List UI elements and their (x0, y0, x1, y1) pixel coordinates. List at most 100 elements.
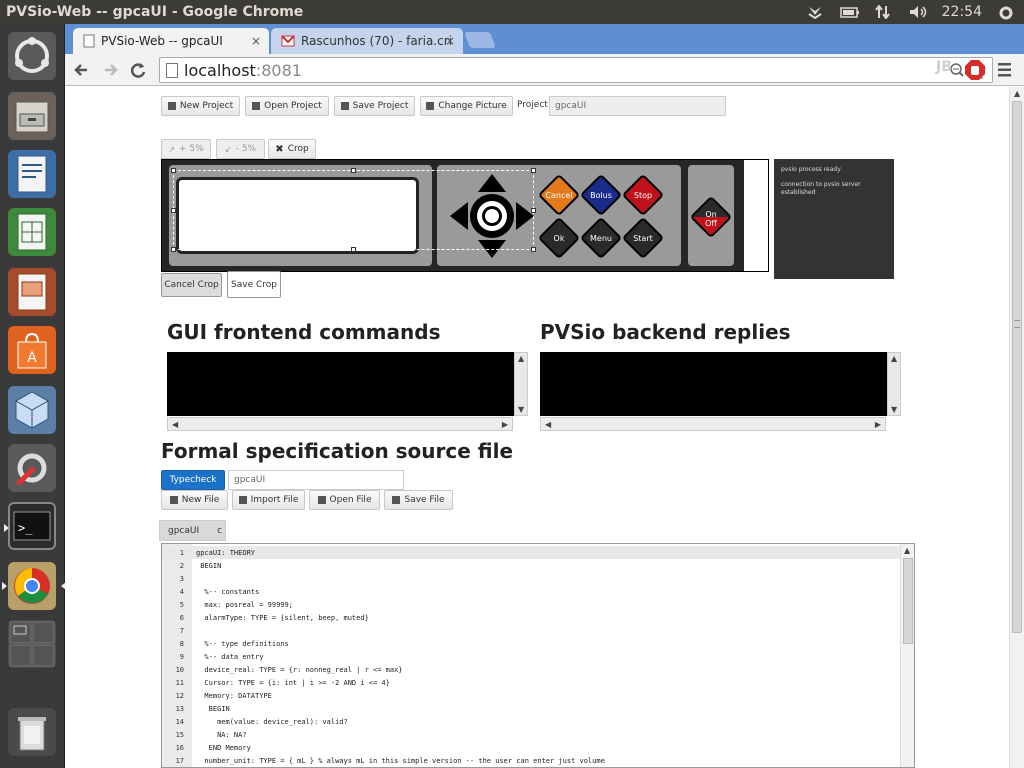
open-file-button[interactable]: Open File (309, 490, 380, 510)
tab-close-button[interactable]: c (217, 526, 222, 536)
scroll-right-icon[interactable]: ▶ (875, 420, 881, 429)
code-line[interactable]: 15 NA: NA? (162, 728, 902, 741)
save-crop-button[interactable]: Save Crop (227, 271, 281, 298)
crop-handle[interactable] (171, 208, 176, 213)
crop-handle[interactable] (171, 247, 176, 252)
project-name-field[interactable]: gpcaUI (549, 96, 726, 116)
frontend-hscroll[interactable]: ◀ ▶ (167, 417, 513, 431)
code-line[interactable]: 6 alarmType: TYPE = {silent, beep, muted… (162, 611, 902, 624)
code-text: number_unit: TYPE = { mL } % always mL i… (196, 756, 605, 765)
session-gear-icon[interactable] (998, 5, 1016, 20)
code-line[interactable]: 11 Cursor: TYPE = {i: int | i >= -2 AND … (162, 676, 902, 689)
spec-filename-field[interactable]: gpcaUI (228, 470, 404, 490)
scroll-up-icon[interactable]: ▲ (518, 354, 524, 363)
code-editor[interactable]: 1 gpcaUI: THEORY 2 BEGIN 3 4 %-- constants 5 … (161, 543, 915, 768)
zoom-in-button[interactable]: ↗ + 5% (161, 139, 211, 159)
crop-handle[interactable] (531, 208, 536, 213)
code-line[interactable]: 3 (162, 572, 902, 585)
chrome-button[interactable] (2, 562, 66, 610)
frontend-console[interactable] (167, 352, 514, 416)
code-line[interactable]: 4 %-- constants (162, 585, 902, 598)
backend-console[interactable] (540, 352, 887, 416)
adblock-icon[interactable] (964, 59, 986, 81)
code-line[interactable]: 8 %-- type definitions (162, 637, 902, 650)
scroll-thumb[interactable] (903, 558, 913, 644)
new-file-button[interactable]: New File (161, 490, 228, 510)
crop-selection[interactable] (171, 168, 536, 252)
zoom-out-button[interactable]: ↙ - 5% (216, 139, 265, 159)
frontend-vscroll[interactable]: ▲ ▼ (514, 352, 528, 416)
backend-vscroll[interactable]: ▲ ▼ (887, 352, 901, 416)
forward-button[interactable] (99, 59, 121, 81)
dropbox-icon[interactable] (806, 5, 824, 20)
change-picture-button[interactable]: Change Picture (420, 96, 513, 116)
network-icon[interactable] (874, 4, 892, 20)
code-line[interactable]: 14 mem(value: device_real): valid? (162, 715, 902, 728)
terminal-button[interactable]: >_ (4, 502, 56, 550)
clock[interactable]: 22:54 (942, 4, 982, 20)
url-host: localhost (184, 60, 256, 80)
code-line[interactable]: 7 (162, 624, 902, 637)
scroll-left-icon[interactable]: ◀ (545, 420, 551, 429)
tab-gpcaui[interactable]: gpcaUI c (159, 520, 226, 541)
virtualbox-button[interactable] (8, 386, 56, 434)
cancel-crop-button[interactable]: Cancel Crop (161, 273, 222, 297)
save-file-button[interactable]: Save File (384, 490, 453, 510)
tab-pvsio-web[interactable]: PVSio-Web -- gpcaUI × (73, 28, 269, 54)
tab-close-button[interactable]: × (445, 34, 455, 48)
import-file-button[interactable]: Import File (232, 490, 305, 510)
trash-button[interactable] (8, 708, 56, 756)
code-line[interactable]: 1 gpcaUI: THEORY (162, 546, 902, 559)
tab-close-button[interactable]: × (251, 34, 261, 48)
scroll-down-icon[interactable]: ▼ (891, 405, 897, 414)
scroll-down-icon[interactable]: ▼ (518, 405, 524, 414)
page-scrollbar[interactable]: ▲ (1009, 87, 1024, 768)
address-bar[interactable]: localhost:8081 (159, 57, 993, 83)
file-manager-button[interactable] (8, 92, 56, 140)
impress-button[interactable] (8, 268, 56, 316)
open-project-button[interactable]: Open Project (245, 96, 329, 116)
volume-icon[interactable] (908, 5, 926, 19)
scroll-up-icon[interactable]: ▲ (1014, 89, 1020, 98)
scroll-up-icon[interactable]: ▲ (891, 354, 897, 363)
crop-handle[interactable] (351, 168, 356, 173)
jetbrains-extension-icon[interactable]: JB (936, 59, 956, 79)
code-text: %-- data entry (196, 652, 264, 661)
code-line[interactable]: 13 BEGIN (162, 702, 902, 715)
code-line[interactable]: 5 max: posreal = 99999; (162, 598, 902, 611)
writer-button[interactable] (8, 150, 56, 198)
battery-icon[interactable] (839, 5, 859, 19)
code-line[interactable]: 16 END Memory (162, 741, 902, 754)
calc-button[interactable] (8, 208, 56, 256)
menu-icon[interactable] (997, 61, 1013, 79)
new-project-button[interactable]: New Project (161, 96, 240, 116)
workspace-switcher-button[interactable] (8, 620, 56, 668)
reload-button[interactable] (127, 59, 149, 81)
save-project-button[interactable]: Save Project (334, 96, 415, 116)
scroll-left-icon[interactable]: ◀ (172, 420, 178, 429)
code-line[interactable]: 12 Memory: DATATYPE (162, 689, 902, 702)
code-line[interactable]: 2 BEGIN (162, 559, 902, 572)
system-settings-button[interactable] (8, 444, 56, 492)
code-line[interactable]: 9 %-- data entry (162, 650, 902, 663)
page-info-icon[interactable] (166, 63, 178, 78)
crop-handle[interactable] (531, 168, 536, 173)
new-tab-button[interactable] (464, 32, 496, 48)
crop-handle[interactable] (171, 168, 176, 173)
crop-handle[interactable] (531, 247, 536, 252)
software-center-button[interactable]: A (8, 326, 56, 374)
typecheck-button[interactable]: Typecheck (161, 470, 225, 490)
crop-handle[interactable] (351, 247, 356, 252)
back-button[interactable] (71, 59, 93, 81)
crop-button[interactable]: ✖ Crop (268, 139, 316, 159)
tab-gmail[interactable]: Rascunhos (70) - faria.cris × (271, 28, 463, 54)
backend-hscroll[interactable]: ◀ ▶ (540, 417, 886, 431)
code-line[interactable]: 17 number_unit: TYPE = { mL } % always m… (162, 754, 902, 767)
picture-icon (426, 102, 435, 110)
ubuntu-dash-button[interactable] (8, 32, 56, 80)
scroll-right-icon[interactable]: ▶ (502, 420, 508, 429)
code-line[interactable]: 10 device_real: TYPE = {r: nonneg_real |… (162, 663, 902, 676)
scroll-thumb[interactable] (1012, 101, 1022, 633)
editor-vscroll[interactable]: ▲ (900, 544, 914, 767)
scroll-up-icon[interactable]: ▲ (904, 546, 910, 555)
